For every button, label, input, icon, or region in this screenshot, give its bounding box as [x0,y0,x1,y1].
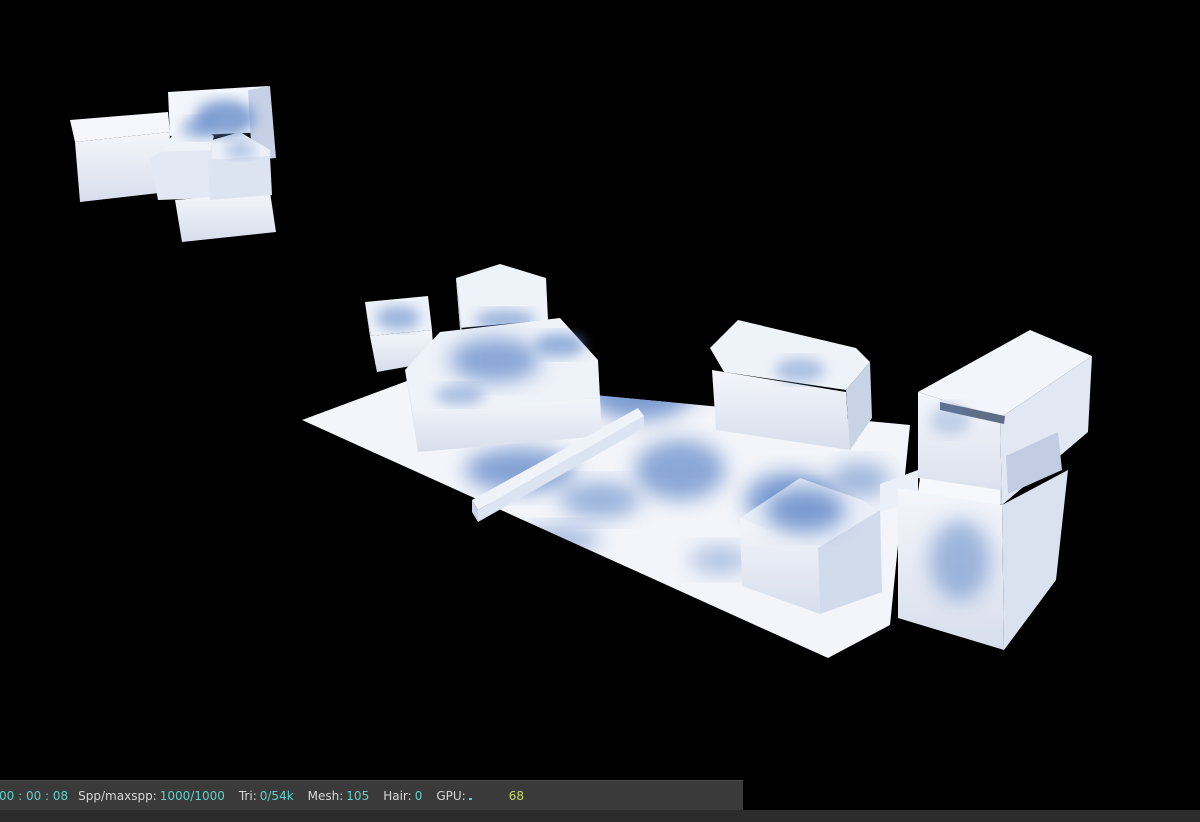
main-site-group [302,264,1092,658]
tri-label: Tri: [238,788,257,803]
gpu-value: 68 [508,788,524,803]
tri-readout: Tri: 0/54k [239,789,294,803]
mesh-readout: Mesh: 105 [308,789,370,803]
spp-label: Spp/maxspp: [78,788,157,803]
tri-value: 0/54k [259,788,294,803]
bottom-panel-strip [0,810,1200,822]
gpu-label: GPU: [436,788,466,803]
render-viewport[interactable] [0,0,1200,780]
small-building-group [70,86,276,242]
render-scene [70,86,1092,658]
hair-readout: Hair: 0 [383,789,422,803]
mesh-value: 105 [346,788,370,803]
status-bar-empty-area [743,780,1200,810]
render-time: 00 : 00 : 08 [0,788,69,803]
spp-value: 1000/1000 [159,788,225,803]
hair-label: Hair: [383,788,412,803]
hair-value: 0 [414,788,423,803]
gpu-usage-fill [468,797,473,800]
gpu-readout: GPU: 68 [436,789,524,803]
render-status-bar: 00 : 00 : 08 Spp/maxspp: 1000/1000 Tri: … [0,780,743,810]
mesh-label: Mesh: [307,788,344,803]
spp-readout: Spp/maxspp: 1000/1000 [78,789,225,803]
gpu-usage-bar [468,791,503,801]
